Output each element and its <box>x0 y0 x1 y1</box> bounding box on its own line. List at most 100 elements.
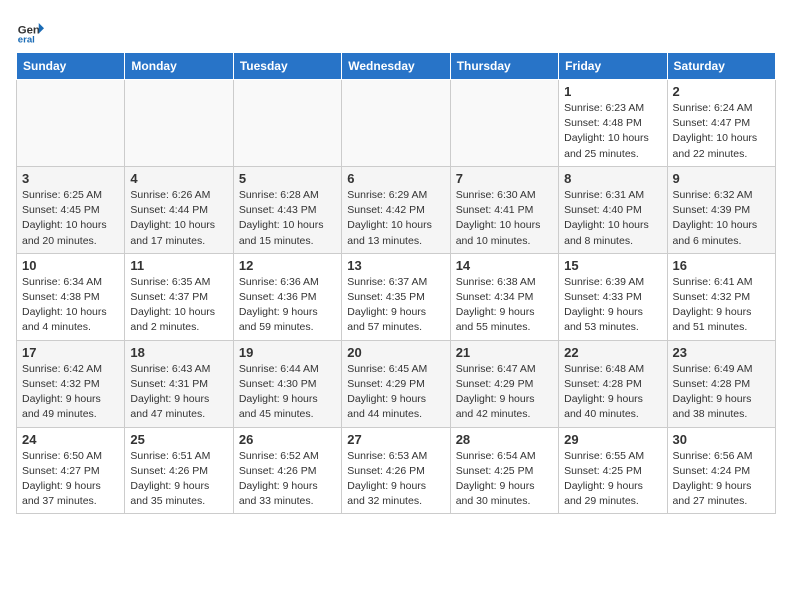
calendar-cell: 18 Sunrise: 6:43 AM Sunset: 4:31 PM Dayli… <box>125 340 233 427</box>
day-info: Sunrise: 6:54 AM Sunset: 4:25 PM Dayligh… <box>456 449 553 510</box>
calendar-cell: 13 Sunrise: 6:37 AM Sunset: 4:35 PM Dayli… <box>342 253 450 340</box>
calendar-cell: 4 Sunrise: 6:26 AM Sunset: 4:44 PM Daylig… <box>125 166 233 253</box>
calendar-cell: 7 Sunrise: 6:30 AM Sunset: 4:41 PM Daylig… <box>450 166 558 253</box>
calendar-cell: 12 Sunrise: 6:36 AM Sunset: 4:36 PM Dayli… <box>233 253 341 340</box>
day-number: 6 <box>347 171 444 186</box>
calendar-cell: 29 Sunrise: 6:55 AM Sunset: 4:25 PM Dayli… <box>559 427 667 514</box>
day-number: 23 <box>673 345 770 360</box>
day-number: 20 <box>347 345 444 360</box>
calendar-cell: 28 Sunrise: 6:54 AM Sunset: 4:25 PM Dayli… <box>450 427 558 514</box>
calendar-cell: 30 Sunrise: 6:56 AM Sunset: 4:24 PM Dayli… <box>667 427 775 514</box>
day-info: Sunrise: 6:28 AM Sunset: 4:43 PM Dayligh… <box>239 188 336 249</box>
calendar-cell: 2Sunrise: 6:24 AM Sunset: 4:47 PM Daylig… <box>667 80 775 167</box>
day-number: 17 <box>22 345 119 360</box>
calendar-cell: 16Sunrise: 6:41 AM Sunset: 4:32 PM Dayli… <box>667 253 775 340</box>
day-number: 13 <box>347 258 444 273</box>
calendar-cell <box>233 80 341 167</box>
calendar-cell: 15 Sunrise: 6:39 AM Sunset: 4:33 PM Dayli… <box>559 253 667 340</box>
header-saturday: Saturday <box>667 53 775 80</box>
day-number: 4 <box>130 171 227 186</box>
calendar-cell: 3 Sunrise: 6:25 AM Sunset: 4:45 PM Daylig… <box>17 166 125 253</box>
header-monday: Monday <box>125 53 233 80</box>
day-number: 29 <box>564 432 661 447</box>
day-number: 7 <box>456 171 553 186</box>
page-header: Gen eral <box>16 16 776 44</box>
day-info: Sunrise: 6:53 AM Sunset: 4:26 PM Dayligh… <box>347 449 444 510</box>
calendar-cell: 5 Sunrise: 6:28 AM Sunset: 4:43 PM Daylig… <box>233 166 341 253</box>
day-info: Sunrise: 6:39 AM Sunset: 4:33 PM Dayligh… <box>564 275 661 336</box>
day-number: 19 <box>239 345 336 360</box>
calendar-week-3: 10 Sunrise: 6:34 AM Sunset: 4:38 PM Dayli… <box>17 253 776 340</box>
calendar-cell: 8Sunrise: 6:31 AM Sunset: 4:40 PM Daylig… <box>559 166 667 253</box>
calendar-cell: 9 Sunrise: 6:32 AM Sunset: 4:39 PM Daylig… <box>667 166 775 253</box>
calendar-cell: 22 Sunrise: 6:48 AM Sunset: 4:28 PM Dayli… <box>559 340 667 427</box>
header-sunday: Sunday <box>17 53 125 80</box>
day-number: 3 <box>22 171 119 186</box>
day-info: Sunrise: 6:51 AM Sunset: 4:26 PM Dayligh… <box>130 449 227 510</box>
day-info: Sunrise: 6:55 AM Sunset: 4:25 PM Dayligh… <box>564 449 661 510</box>
day-info: Sunrise: 6:29 AM Sunset: 4:42 PM Dayligh… <box>347 188 444 249</box>
day-number: 30 <box>673 432 770 447</box>
logo: Gen eral <box>16 16 48 44</box>
day-info: Sunrise: 6:26 AM Sunset: 4:44 PM Dayligh… <box>130 188 227 249</box>
day-number: 5 <box>239 171 336 186</box>
calendar-cell: 1 Sunrise: 6:23 AM Sunset: 4:48 PM Daylig… <box>559 80 667 167</box>
calendar-week-4: 17 Sunrise: 6:42 AM Sunset: 4:32 PM Dayli… <box>17 340 776 427</box>
logo-icon: Gen eral <box>16 16 44 44</box>
day-info: Sunrise: 6:23 AM Sunset: 4:48 PM Dayligh… <box>564 101 661 162</box>
calendar-cell: 19Sunrise: 6:44 AM Sunset: 4:30 PM Dayli… <box>233 340 341 427</box>
day-number: 18 <box>130 345 227 360</box>
calendar-cell <box>17 80 125 167</box>
calendar-week-1: 1 Sunrise: 6:23 AM Sunset: 4:48 PM Daylig… <box>17 80 776 167</box>
calendar-cell: 21 Sunrise: 6:47 AM Sunset: 4:29 PM Dayli… <box>450 340 558 427</box>
day-info: Sunrise: 6:45 AM Sunset: 4:29 PM Dayligh… <box>347 362 444 423</box>
day-number: 22 <box>564 345 661 360</box>
day-info: Sunrise: 6:50 AM Sunset: 4:27 PM Dayligh… <box>22 449 119 510</box>
day-number: 10 <box>22 258 119 273</box>
day-number: 12 <box>239 258 336 273</box>
day-info: Sunrise: 6:34 AM Sunset: 4:38 PM Dayligh… <box>22 275 119 336</box>
calendar-week-5: 24Sunrise: 6:50 AM Sunset: 4:27 PM Dayli… <box>17 427 776 514</box>
header-tuesday: Tuesday <box>233 53 341 80</box>
calendar-header-row: SundayMondayTuesdayWednesdayThursdayFrid… <box>17 53 776 80</box>
day-number: 1 <box>564 84 661 99</box>
day-number: 21 <box>456 345 553 360</box>
header-friday: Friday <box>559 53 667 80</box>
calendar-cell: 6 Sunrise: 6:29 AM Sunset: 4:42 PM Daylig… <box>342 166 450 253</box>
day-info: Sunrise: 6:43 AM Sunset: 4:31 PM Dayligh… <box>130 362 227 423</box>
svg-text:eral: eral <box>18 34 35 44</box>
day-number: 28 <box>456 432 553 447</box>
day-info: Sunrise: 6:35 AM Sunset: 4:37 PM Dayligh… <box>130 275 227 336</box>
day-number: 27 <box>347 432 444 447</box>
calendar-cell: 11Sunrise: 6:35 AM Sunset: 4:37 PM Dayli… <box>125 253 233 340</box>
calendar-table: SundayMondayTuesdayWednesdayThursdayFrid… <box>16 52 776 514</box>
day-info: Sunrise: 6:47 AM Sunset: 4:29 PM Dayligh… <box>456 362 553 423</box>
calendar-cell: 14Sunrise: 6:38 AM Sunset: 4:34 PM Dayli… <box>450 253 558 340</box>
day-info: Sunrise: 6:48 AM Sunset: 4:28 PM Dayligh… <box>564 362 661 423</box>
day-number: 9 <box>673 171 770 186</box>
day-info: Sunrise: 6:25 AM Sunset: 4:45 PM Dayligh… <box>22 188 119 249</box>
day-number: 8 <box>564 171 661 186</box>
day-number: 15 <box>564 258 661 273</box>
calendar-cell: 27 Sunrise: 6:53 AM Sunset: 4:26 PM Dayli… <box>342 427 450 514</box>
day-info: Sunrise: 6:36 AM Sunset: 4:36 PM Dayligh… <box>239 275 336 336</box>
day-info: Sunrise: 6:41 AM Sunset: 4:32 PM Dayligh… <box>673 275 770 336</box>
day-info: Sunrise: 6:42 AM Sunset: 4:32 PM Dayligh… <box>22 362 119 423</box>
day-info: Sunrise: 6:32 AM Sunset: 4:39 PM Dayligh… <box>673 188 770 249</box>
day-info: Sunrise: 6:38 AM Sunset: 4:34 PM Dayligh… <box>456 275 553 336</box>
calendar-week-2: 3 Sunrise: 6:25 AM Sunset: 4:45 PM Daylig… <box>17 166 776 253</box>
day-info: Sunrise: 6:52 AM Sunset: 4:26 PM Dayligh… <box>239 449 336 510</box>
calendar-cell: 26 Sunrise: 6:52 AM Sunset: 4:26 PM Dayli… <box>233 427 341 514</box>
day-info: Sunrise: 6:37 AM Sunset: 4:35 PM Dayligh… <box>347 275 444 336</box>
calendar-cell: 25Sunrise: 6:51 AM Sunset: 4:26 PM Dayli… <box>125 427 233 514</box>
calendar-cell <box>125 80 233 167</box>
day-info: Sunrise: 6:24 AM Sunset: 4:47 PM Dayligh… <box>673 101 770 162</box>
day-info: Sunrise: 6:30 AM Sunset: 4:41 PM Dayligh… <box>456 188 553 249</box>
calendar-cell: 20 Sunrise: 6:45 AM Sunset: 4:29 PM Dayli… <box>342 340 450 427</box>
day-info: Sunrise: 6:56 AM Sunset: 4:24 PM Dayligh… <box>673 449 770 510</box>
day-number: 26 <box>239 432 336 447</box>
calendar-cell: 10 Sunrise: 6:34 AM Sunset: 4:38 PM Dayli… <box>17 253 125 340</box>
calendar-cell: 17 Sunrise: 6:42 AM Sunset: 4:32 PM Dayli… <box>17 340 125 427</box>
calendar-cell <box>342 80 450 167</box>
calendar-cell <box>450 80 558 167</box>
